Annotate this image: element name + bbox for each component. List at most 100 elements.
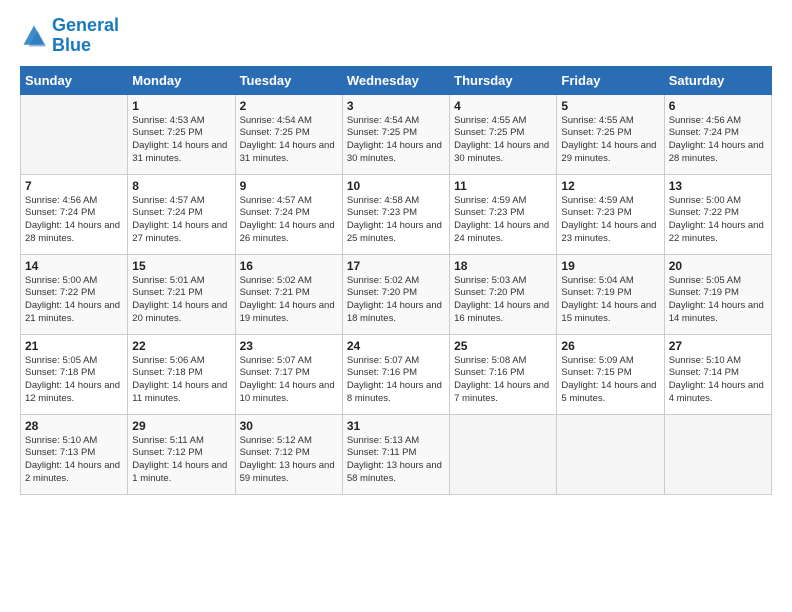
day-number: 24 bbox=[347, 339, 445, 353]
day-cell: 31 Sunrise: 5:13 AMSunset: 7:11 PMDayligh… bbox=[342, 414, 449, 494]
column-header-wednesday: Wednesday bbox=[342, 66, 449, 94]
day-number: 30 bbox=[240, 419, 338, 433]
day-info: Sunrise: 5:04 AMSunset: 7:19 PMDaylight:… bbox=[561, 275, 659, 326]
day-number: 6 bbox=[669, 99, 767, 113]
day-cell bbox=[557, 414, 664, 494]
day-info: Sunrise: 4:58 AMSunset: 7:23 PMDaylight:… bbox=[347, 195, 445, 246]
day-number: 10 bbox=[347, 179, 445, 193]
day-info: Sunrise: 5:08 AMSunset: 7:16 PMDaylight:… bbox=[454, 355, 552, 406]
day-info: Sunrise: 4:59 AMSunset: 7:23 PMDaylight:… bbox=[454, 195, 552, 246]
day-cell: 21Sunrise: 5:05 AMSunset: 7:18 PMDayligh… bbox=[21, 334, 128, 414]
day-cell: 1 Sunrise: 4:53 AMSunset: 7:25 PMDaylight… bbox=[128, 94, 235, 174]
day-cell: 8 Sunrise: 4:57 AMSunset: 7:24 PMDaylight… bbox=[128, 174, 235, 254]
day-cell: 30 Sunrise: 5:12 AMSunset: 7:12 PMDayligh… bbox=[235, 414, 342, 494]
column-header-sunday: Sunday bbox=[21, 66, 128, 94]
column-header-thursday: Thursday bbox=[450, 66, 557, 94]
day-info: Sunrise: 5:01 AMSunset: 7:21 PMDaylight:… bbox=[132, 275, 230, 326]
day-info: Sunrise: 5:10 AMSunset: 7:13 PMDaylight:… bbox=[25, 435, 123, 486]
day-cell bbox=[450, 414, 557, 494]
day-info: Sunrise: 5:02 AMSunset: 7:21 PMDaylight:… bbox=[240, 275, 338, 326]
week-row-2: 7 Sunrise: 4:56 AMSunset: 7:24 PMDaylight… bbox=[21, 174, 772, 254]
column-header-friday: Friday bbox=[557, 66, 664, 94]
day-number: 18 bbox=[454, 259, 552, 273]
day-number: 26 bbox=[561, 339, 659, 353]
day-number: 11 bbox=[454, 179, 552, 193]
day-cell: 19 Sunrise: 5:04 AMSunset: 7:19 PMDayligh… bbox=[557, 254, 664, 334]
day-info: Sunrise: 4:56 AMSunset: 7:24 PMDaylight:… bbox=[25, 195, 123, 246]
day-cell: 24 Sunrise: 5:07 AMSunset: 7:16 PMDayligh… bbox=[342, 334, 449, 414]
day-cell: 11 Sunrise: 4:59 AMSunset: 7:23 PMDayligh… bbox=[450, 174, 557, 254]
day-info: Sunrise: 5:11 AMSunset: 7:12 PMDaylight:… bbox=[132, 435, 230, 486]
day-cell: 23Sunrise: 5:07 AMSunset: 7:17 PMDayligh… bbox=[235, 334, 342, 414]
day-number: 25 bbox=[454, 339, 552, 353]
day-cell: 13 Sunrise: 5:00 AMSunset: 7:22 PMDayligh… bbox=[664, 174, 771, 254]
week-row-1: 1 Sunrise: 4:53 AMSunset: 7:25 PMDaylight… bbox=[21, 94, 772, 174]
day-info: Sunrise: 4:53 AMSunset: 7:25 PMDaylight:… bbox=[132, 115, 230, 166]
day-info: Sunrise: 5:07 AMSunset: 7:17 PMDaylight:… bbox=[240, 355, 338, 406]
day-cell: 16 Sunrise: 5:02 AMSunset: 7:21 PMDayligh… bbox=[235, 254, 342, 334]
day-number: 4 bbox=[454, 99, 552, 113]
day-info: Sunrise: 5:02 AMSunset: 7:20 PMDaylight:… bbox=[347, 275, 445, 326]
day-cell: 20 Sunrise: 5:05 AMSunset: 7:19 PMDayligh… bbox=[664, 254, 771, 334]
week-row-4: 21Sunrise: 5:05 AMSunset: 7:18 PMDayligh… bbox=[21, 334, 772, 414]
day-number: 21 bbox=[25, 339, 123, 353]
day-info: Sunrise: 4:59 AMSunset: 7:23 PMDaylight:… bbox=[561, 195, 659, 246]
day-number: 8 bbox=[132, 179, 230, 193]
column-header-tuesday: Tuesday bbox=[235, 66, 342, 94]
day-number: 20 bbox=[669, 259, 767, 273]
header: General Blue bbox=[20, 16, 772, 56]
day-info: Sunrise: 5:00 AMSunset: 7:22 PMDaylight:… bbox=[669, 195, 767, 246]
week-row-3: 14 Sunrise: 5:00 AMSunset: 7:22 PMDayligh… bbox=[21, 254, 772, 334]
day-cell: 29 Sunrise: 5:11 AMSunset: 7:12 PMDayligh… bbox=[128, 414, 235, 494]
day-cell: 18 Sunrise: 5:03 AMSunset: 7:20 PMDayligh… bbox=[450, 254, 557, 334]
day-cell: 2 Sunrise: 4:54 AMSunset: 7:25 PMDaylight… bbox=[235, 94, 342, 174]
day-number: 22 bbox=[132, 339, 230, 353]
day-cell: 4 Sunrise: 4:55 AMSunset: 7:25 PMDaylight… bbox=[450, 94, 557, 174]
day-number: 2 bbox=[240, 99, 338, 113]
day-number: 14 bbox=[25, 259, 123, 273]
day-number: 3 bbox=[347, 99, 445, 113]
day-cell: 6 Sunrise: 4:56 AMSunset: 7:24 PMDaylight… bbox=[664, 94, 771, 174]
day-info: Sunrise: 4:57 AMSunset: 7:24 PMDaylight:… bbox=[240, 195, 338, 246]
day-info: Sunrise: 4:54 AMSunset: 7:25 PMDaylight:… bbox=[347, 115, 445, 166]
day-cell: 10 Sunrise: 4:58 AMSunset: 7:23 PMDayligh… bbox=[342, 174, 449, 254]
day-number: 31 bbox=[347, 419, 445, 433]
day-info: Sunrise: 4:54 AMSunset: 7:25 PMDaylight:… bbox=[240, 115, 338, 166]
day-info: Sunrise: 5:03 AMSunset: 7:20 PMDaylight:… bbox=[454, 275, 552, 326]
day-cell: 9 Sunrise: 4:57 AMSunset: 7:24 PMDaylight… bbox=[235, 174, 342, 254]
day-cell: 22 Sunrise: 5:06 AMSunset: 7:18 PMDayligh… bbox=[128, 334, 235, 414]
day-number: 1 bbox=[132, 99, 230, 113]
column-header-monday: Monday bbox=[128, 66, 235, 94]
day-info: Sunrise: 5:13 AMSunset: 7:11 PMDaylight:… bbox=[347, 435, 445, 486]
day-number: 16 bbox=[240, 259, 338, 273]
day-number: 12 bbox=[561, 179, 659, 193]
day-info: Sunrise: 5:09 AMSunset: 7:15 PMDaylight:… bbox=[561, 355, 659, 406]
calendar-table: SundayMondayTuesdayWednesdayThursdayFrid… bbox=[20, 66, 772, 495]
day-number: 9 bbox=[240, 179, 338, 193]
day-cell: 3 Sunrise: 4:54 AMSunset: 7:25 PMDaylight… bbox=[342, 94, 449, 174]
header-row: SundayMondayTuesdayWednesdayThursdayFrid… bbox=[21, 66, 772, 94]
logo-text: General Blue bbox=[52, 16, 119, 56]
day-info: Sunrise: 4:55 AMSunset: 7:25 PMDaylight:… bbox=[454, 115, 552, 166]
day-number: 29 bbox=[132, 419, 230, 433]
day-info: Sunrise: 5:00 AMSunset: 7:22 PMDaylight:… bbox=[25, 275, 123, 326]
logo-icon bbox=[20, 22, 48, 50]
day-number: 13 bbox=[669, 179, 767, 193]
day-info: Sunrise: 4:57 AMSunset: 7:24 PMDaylight:… bbox=[132, 195, 230, 246]
day-cell: 28Sunrise: 5:10 AMSunset: 7:13 PMDayligh… bbox=[21, 414, 128, 494]
column-header-saturday: Saturday bbox=[664, 66, 771, 94]
day-info: Sunrise: 4:55 AMSunset: 7:25 PMDaylight:… bbox=[561, 115, 659, 166]
day-info: Sunrise: 5:06 AMSunset: 7:18 PMDaylight:… bbox=[132, 355, 230, 406]
day-cell: 15Sunrise: 5:01 AMSunset: 7:21 PMDayligh… bbox=[128, 254, 235, 334]
day-cell: 14 Sunrise: 5:00 AMSunset: 7:22 PMDayligh… bbox=[21, 254, 128, 334]
day-cell: 5Sunrise: 4:55 AMSunset: 7:25 PMDaylight… bbox=[557, 94, 664, 174]
day-info: Sunrise: 5:12 AMSunset: 7:12 PMDaylight:… bbox=[240, 435, 338, 486]
day-number: 27 bbox=[669, 339, 767, 353]
day-info: Sunrise: 4:56 AMSunset: 7:24 PMDaylight:… bbox=[669, 115, 767, 166]
day-info: Sunrise: 5:07 AMSunset: 7:16 PMDaylight:… bbox=[347, 355, 445, 406]
day-info: Sunrise: 5:05 AMSunset: 7:19 PMDaylight:… bbox=[669, 275, 767, 326]
day-cell: 17Sunrise: 5:02 AMSunset: 7:20 PMDayligh… bbox=[342, 254, 449, 334]
day-number: 19 bbox=[561, 259, 659, 273]
day-number: 7 bbox=[25, 179, 123, 193]
day-cell: 27Sunrise: 5:10 AMSunset: 7:14 PMDayligh… bbox=[664, 334, 771, 414]
